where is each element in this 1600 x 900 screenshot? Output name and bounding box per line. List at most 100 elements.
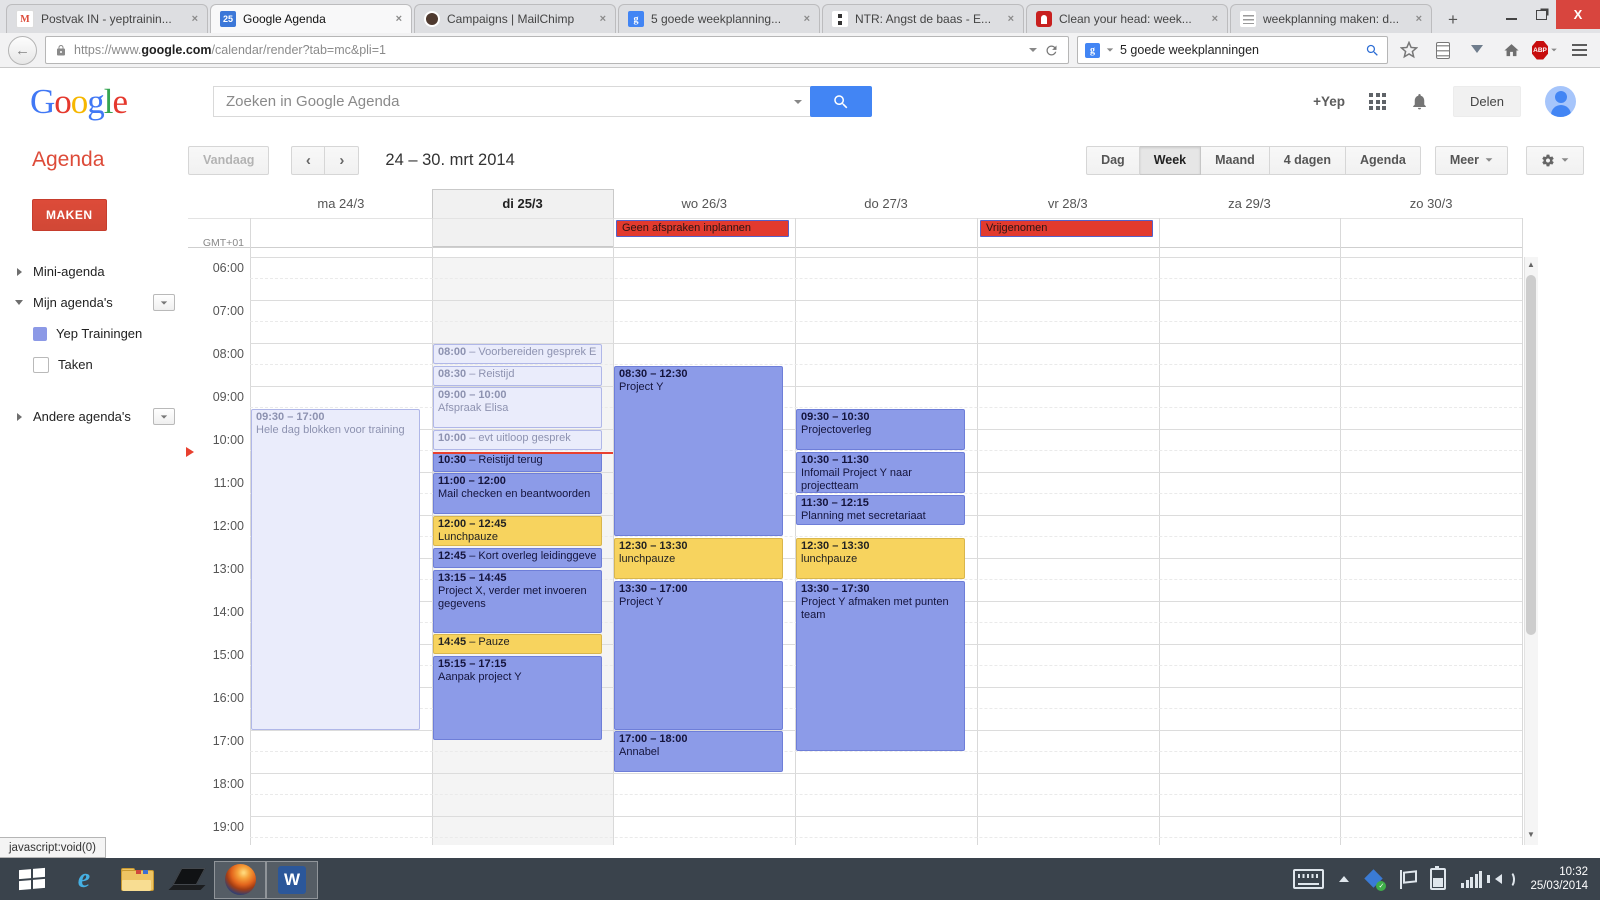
event-title: Lunchpauze xyxy=(438,531,597,544)
event-time: 08:30 – 12:30 xyxy=(619,368,688,380)
event[interactable]: 09:30 – 10:30Projectoverleg xyxy=(796,409,965,450)
hour-label: 16:00 xyxy=(188,691,244,705)
hour-line xyxy=(250,816,1522,817)
dropbox-icon[interactable]: ✓ xyxy=(1364,869,1384,889)
event-title: Mail checken en beantwoorden xyxy=(438,488,597,501)
half-hour-line xyxy=(250,321,1522,322)
day-header-1[interactable]: di 25/3 xyxy=(432,190,614,216)
taskbar-app[interactable] xyxy=(162,859,214,899)
event[interactable]: 13:15 – 14:45Project X, verder met invoe… xyxy=(433,570,602,633)
half-hour-line xyxy=(250,364,1522,365)
half-hour-line xyxy=(250,450,1522,451)
taskbar-word[interactable]: W xyxy=(266,861,318,899)
taskbar-file-explorer[interactable] xyxy=(110,859,162,899)
event-title: Project X, verder met invoeren gegevens xyxy=(438,585,597,611)
event[interactable]: 10:30 – Reistijd terug xyxy=(433,452,602,472)
tab-title: Google Agenda xyxy=(243,12,389,26)
event[interactable]: 17:00 – 18:00Annabel xyxy=(614,731,783,772)
event[interactable]: 08:30 – Reistijd xyxy=(433,366,602,386)
event[interactable]: 12:00 – 12:45Lunchpauze xyxy=(433,516,602,546)
event-time: 13:30 – 17:30 xyxy=(801,583,870,595)
event-time: 10:00 xyxy=(438,432,466,444)
hour-line xyxy=(250,773,1522,774)
event-title: Aanpak project Y xyxy=(438,671,597,684)
hour-label: 13:00 xyxy=(188,562,244,576)
internet-explorer-icon: e xyxy=(78,863,90,895)
hour-line xyxy=(250,257,1522,258)
event[interactable]: 11:30 – 12:15Planning met secretariaat xyxy=(796,495,965,525)
event[interactable]: 12:30 – 13:30lunchpauze xyxy=(796,538,965,579)
event[interactable]: 11:00 – 12:00Mail checken en beantwoorde… xyxy=(433,473,602,514)
event[interactable]: 09:30 – 17:00Hele dag blokken voor train… xyxy=(251,409,420,730)
event[interactable]: 12:30 – 13:30lunchpauze xyxy=(614,538,783,579)
column-line xyxy=(1522,218,1523,845)
firefox-icon xyxy=(225,864,256,895)
volume-icon[interactable] xyxy=(1497,871,1515,888)
day-header-0[interactable]: ma 24/3 xyxy=(250,190,432,216)
allday-event[interactable]: Vrijgenomen xyxy=(980,220,1153,237)
action-center-flag-icon[interactable] xyxy=(1399,870,1415,889)
event-time: 12:30 – 13:30 xyxy=(619,540,688,552)
allday-bottom-line xyxy=(188,247,1522,248)
event-title: Project Y afmaken met punten team xyxy=(801,596,960,622)
event-title: Annabel xyxy=(619,746,778,759)
allday-top-line xyxy=(188,218,1522,219)
browser-tab-1[interactable]: 25Google Agenda× xyxy=(210,4,412,33)
event[interactable]: 12:45 – Kort overleg leidinggeve xyxy=(433,548,602,568)
hour-line xyxy=(250,300,1522,301)
system-tray: ✓ 10:32 25/03/2014 xyxy=(1293,865,1600,894)
start-button[interactable] xyxy=(6,859,58,899)
event-time: 17:00 – 18:00 xyxy=(619,733,688,745)
event[interactable]: 10:30 – 11:30Infomail Project Y naar pro… xyxy=(796,452,965,493)
scroll-down-icon[interactable]: ▼ xyxy=(1524,829,1538,841)
day-header-5[interactable]: za 29/3 xyxy=(1159,190,1341,216)
scroll-up-icon[interactable]: ▲ xyxy=(1524,259,1538,271)
hour-label: 15:00 xyxy=(188,648,244,662)
taskbar-ie[interactable]: e xyxy=(58,859,110,899)
day-header-4[interactable]: vr 28/3 xyxy=(977,190,1159,216)
scroll-thumb[interactable] xyxy=(1526,275,1536,635)
restore-button[interactable] xyxy=(1526,0,1556,29)
event-title: Project Y xyxy=(619,596,778,609)
show-hidden-icons[interactable] xyxy=(1339,876,1349,882)
event[interactable]: 09:00 – 10:00Afspraak Elisa xyxy=(433,387,602,428)
half-hour-line xyxy=(250,794,1522,795)
close-button[interactable]: X xyxy=(1556,0,1600,29)
tray-date: 25/03/2014 xyxy=(1530,879,1588,893)
event[interactable]: 10:00 – evt uitloop gesprek xyxy=(433,430,602,450)
network-signal-icon[interactable] xyxy=(1461,871,1482,888)
day-header-3[interactable]: do 27/3 xyxy=(795,190,977,216)
event[interactable]: 13:30 – 17:00Project Y xyxy=(614,581,783,730)
calendar-grid: ma 24/3di 25/3wo 26/3do 27/3vr 28/3za 29… xyxy=(0,0,1600,900)
hour-label: 14:00 xyxy=(188,605,244,619)
event[interactable]: 08:00 – Voorbereiden gesprek E xyxy=(433,344,602,364)
event-title: lunchpauze xyxy=(619,553,778,566)
tray-clock[interactable]: 10:32 25/03/2014 xyxy=(1530,865,1588,894)
event[interactable]: 14:45 – Pauze xyxy=(433,634,602,654)
hour-label: 11:00 xyxy=(188,476,244,490)
folder-icon xyxy=(121,867,152,891)
day-header-6[interactable]: zo 30/3 xyxy=(1340,190,1522,216)
event[interactable]: 08:30 – 12:30Project Y xyxy=(614,366,783,536)
event[interactable]: 15:15 – 17:15Aanpak project Y xyxy=(433,656,602,740)
event-time: 09:30 – 17:00 xyxy=(256,411,325,423)
event-time: 09:00 – 10:00 xyxy=(438,389,507,401)
event-time: 08:00 xyxy=(438,346,466,358)
allday-event[interactable]: Geen afspraken inplannen xyxy=(616,220,789,237)
tab-close-icon[interactable]: × xyxy=(396,13,402,25)
touch-keyboard-icon[interactable] xyxy=(1293,869,1324,889)
taskbar-firefox[interactable] xyxy=(214,861,266,899)
taskbar: e W ✓ 10:32 25/03/2014 xyxy=(0,858,1600,900)
event-title: lunchpauze xyxy=(801,553,960,566)
hour-label: 18:00 xyxy=(188,777,244,791)
battery-icon[interactable] xyxy=(1430,868,1446,890)
half-hour-line xyxy=(250,837,1522,838)
day-header-2[interactable]: wo 26/3 xyxy=(613,190,795,216)
event-time: 09:30 – 10:30 xyxy=(801,411,870,423)
hour-label: 12:00 xyxy=(188,519,244,533)
event-time: 10:30 – 11:30 xyxy=(801,454,869,466)
event[interactable]: 13:30 – 17:30Project Y afmaken met punte… xyxy=(796,581,965,751)
minimize-button[interactable] xyxy=(1496,0,1526,29)
hour-label: 09:00 xyxy=(188,390,244,404)
event-time: 08:30 xyxy=(438,368,466,380)
